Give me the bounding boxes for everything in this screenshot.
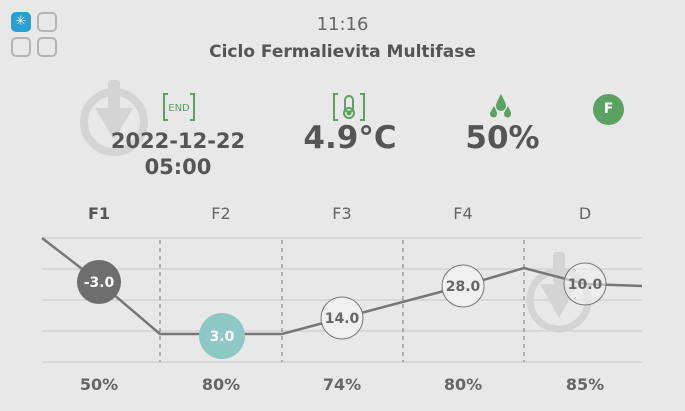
phase-label[interactable]: F1 (69, 204, 129, 223)
temperature-value: 4.9°C (303, 120, 397, 156)
phase-label[interactable]: F2 (191, 204, 251, 223)
mode-badge[interactable]: F (593, 94, 624, 125)
phase-label[interactable]: F4 (433, 204, 493, 223)
phase-label[interactable]: F3 (312, 204, 372, 223)
phase-marker[interactable]: 28.0 (441, 264, 485, 308)
svg-text:10.0: 10.0 (568, 277, 603, 293)
phase-marker[interactable]: 14.0 (320, 296, 364, 340)
phase-humidity: 74% (322, 375, 362, 394)
svg-text:3.0: 3.0 (210, 329, 235, 345)
temperature-profile-chart: -3.0 3.0 14.0 28.0 10.0 (41, 237, 643, 363)
end-datetime: 2022-12-22 05:00 (98, 128, 258, 180)
program-title: Ciclo Fermalievita Multifase (209, 42, 476, 62)
svg-text:28.0: 28.0 (446, 279, 481, 295)
svg-text:-3.0: -3.0 (84, 275, 115, 291)
phase-humidity: 80% (443, 375, 483, 394)
svg-text:14.0: 14.0 (325, 311, 360, 327)
end-time: 05:00 (144, 155, 212, 179)
phase-humidity: 80% (201, 375, 241, 394)
humidity-icon (490, 94, 511, 118)
phase-humidity: 50% (79, 375, 119, 394)
phase-humidity: 85% (565, 375, 605, 394)
humidity-value: 50% (465, 120, 540, 156)
svg-text:END: END (168, 103, 190, 114)
clock-time: 11:16 (316, 14, 369, 35)
phase-marker[interactable]: 10.0 (563, 262, 607, 306)
phase-label[interactable]: D (555, 204, 615, 223)
phase-marker[interactable]: 3.0 (199, 313, 245, 359)
end-icon: END (163, 93, 195, 121)
thermometer-icon (333, 93, 365, 121)
end-date: 2022-12-22 (110, 129, 246, 153)
phase-marker[interactable]: -3.0 (77, 260, 121, 304)
